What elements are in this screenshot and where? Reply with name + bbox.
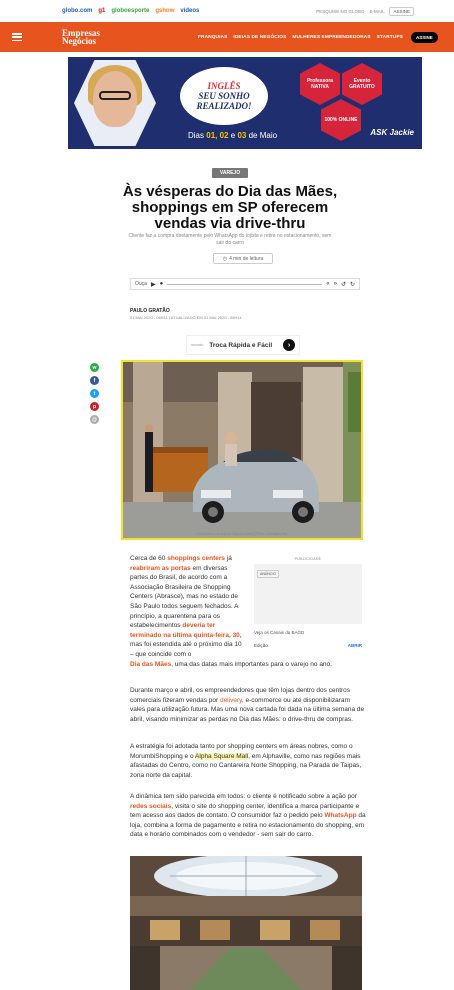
- article-title: Às vésperas do Dia das Mães, shoppings e…: [122, 183, 338, 232]
- read-time-label: 4 min de leitura: [229, 255, 264, 262]
- dia-das-maes-link[interactable]: Dia das Mães: [130, 661, 171, 668]
- banner-speech-cloud: INGLÊS SEU SONHO REALIZADO!: [180, 67, 268, 125]
- mall-interior-image: [130, 856, 362, 990]
- logo-line2: Negócios: [62, 36, 96, 46]
- banner-dates: Dias 01, 02 e 03 de Maio: [188, 131, 277, 140]
- photo-caption: Drive-thru no Alpha Square Mall (Foto: D…: [196, 531, 288, 536]
- sponsor-small-label: anúncio: [191, 343, 204, 347]
- share-bar: w f t p @: [90, 363, 99, 424]
- author-name: PAULO GRATÃO: [130, 308, 170, 314]
- article-photo: [121, 360, 363, 540]
- publish-date: 01 MAI 2020 - 06H11 | ATUALIZADO EM 01 M…: [130, 315, 242, 320]
- category-tag[interactable]: VAREJO: [212, 168, 248, 178]
- banner-hex-online: 100% ONLINE: [321, 99, 361, 141]
- whatsapp-link[interactable]: WhatsApp: [324, 812, 356, 819]
- p1-text-i: , uma das datas mais importantes para o …: [171, 661, 332, 668]
- g1-link[interactable]: g1: [98, 8, 105, 14]
- hamburger-menu-icon[interactable]: [12, 33, 22, 41]
- p4-text-a: A dinâmica tem sido parecida em todos: o…: [130, 793, 357, 800]
- gshow-link[interactable]: gshow: [155, 8, 174, 14]
- audio-player: Ouça ▶ ● « » ↺ ↻: [130, 278, 360, 290]
- ad-image: ANÚNCIO: [254, 564, 362, 624]
- banner-hex-nativa: Professora NATIVA: [300, 63, 340, 105]
- delivery-link[interactable]: delivery: [220, 697, 242, 704]
- body-paragraph-1-tail: Dia das Mães, uma das datas mais importa…: [130, 660, 366, 670]
- shoppings-centers-link[interactable]: shoppings centers: [167, 555, 225, 562]
- main-nav: FRANQUIAS IDEIAS DE NEGÓCIOS MULHERES EM…: [198, 35, 403, 40]
- sponsored-link[interactable]: anúncio Troca Rápida e Fácil ›: [186, 335, 300, 355]
- banner-brand: ASK Jackie: [370, 128, 414, 137]
- ad-footer: Edição ABRIR: [254, 643, 362, 648]
- read-time-badge: ◷ 4 min de leitura: [213, 253, 273, 264]
- redo-icon[interactable]: ↻: [350, 281, 355, 288]
- player-label: Ouça: [135, 281, 147, 287]
- body-paragraph-2: Durante março e abril, os empreendedores…: [130, 686, 366, 724]
- ad-label: PUBLICIDADE: [294, 557, 322, 561]
- site-header: Empresas Negócios FRANQUIAS IDEIAS DE NE…: [0, 22, 454, 52]
- p1-text-c: já: [225, 555, 232, 562]
- dates-suffix: de Maio: [248, 131, 278, 140]
- ad-sub-text: Veja os Canais da BAGD: [254, 630, 305, 635]
- cloud-line1: INGLÊS: [207, 81, 241, 91]
- in-text-ad[interactable]: PUBLICIDADE ANÚNCIO Veja os Canais da BA…: [254, 557, 362, 653]
- play-icon[interactable]: ▶: [151, 281, 156, 288]
- banner-hex-gratuito: Evento GRATUITO: [342, 63, 382, 105]
- globo-top-bar: globo.com g1 globoesporte gshow vídeos P…: [0, 0, 454, 22]
- globo-link[interactable]: globo.com: [62, 8, 92, 14]
- arrow-right-icon[interactable]: ›: [283, 339, 295, 351]
- mall-photo: [130, 856, 362, 990]
- mail-link[interactable]: E-MAIL: [369, 9, 384, 14]
- cloud-line2: SEU SONHO: [198, 91, 250, 101]
- progress-bar[interactable]: [167, 283, 323, 285]
- twitter-icon[interactable]: t: [90, 389, 99, 398]
- redes-sociais-link[interactable]: redes sociais: [130, 803, 171, 810]
- globo-bar-right: PESQUISE NO GLOBO E-MAIL ASSINE: [316, 6, 454, 16]
- banner-person-glasses: [99, 91, 131, 100]
- nav-ideias[interactable]: IDEIAS DE NEGÓCIOS: [233, 35, 286, 40]
- body-paragraph-1: Cerca de 60 shoppings centers já reabrir…: [130, 554, 246, 660]
- pinterest-icon[interactable]: p: [90, 402, 99, 411]
- p1-text-e: em diversas partes do Brasil, de acordo …: [130, 564, 239, 630]
- assine-button[interactable]: ASSINE: [410, 31, 438, 43]
- date-2: 02: [219, 131, 229, 140]
- clock-icon: ◷: [222, 255, 228, 262]
- drive-thru-photo: [123, 362, 361, 538]
- login-button[interactable]: ASSINE: [389, 6, 414, 16]
- ad-banner[interactable]: INGLÊS SEU SONHO REALIZADO! Dias 01, 02 …: [68, 57, 422, 149]
- ad-mini-label: ANÚNCIO: [257, 570, 280, 578]
- body-paragraph-3: A estratégia foi adotada tanto por shopp…: [130, 742, 366, 780]
- email-icon[interactable]: @: [90, 415, 99, 424]
- progress-knob-icon[interactable]: ●: [160, 281, 164, 287]
- nav-startups[interactable]: STARTUPS: [377, 35, 403, 40]
- alpha-square-highlight: Alpha Square Mall: [195, 752, 249, 760]
- date-3: 03: [237, 131, 247, 140]
- videos-link[interactable]: vídeos: [180, 8, 199, 14]
- article-subtitle: Cliente faz a compra diretamente pelo Wh…: [128, 233, 332, 246]
- nav-franquias[interactable]: FRANQUIAS: [198, 35, 227, 40]
- ad-footer-left: Edição: [254, 643, 268, 648]
- dates-prefix: Dias: [188, 131, 205, 140]
- reabriram-link[interactable]: reabriram as portas: [130, 565, 191, 572]
- sponsor-label: Troca Rápida e Fácil: [209, 341, 273, 349]
- date-1: 01,: [206, 131, 218, 140]
- fast-forward-icon[interactable]: »: [334, 281, 337, 287]
- globoesporte-link[interactable]: globoesporte: [111, 8, 149, 14]
- search-link[interactable]: PESQUISE NO GLOBO: [316, 9, 364, 14]
- cloud-line3: REALIZADO!: [196, 101, 252, 111]
- rewind-icon[interactable]: «: [326, 281, 329, 287]
- p1-text-g: mas foi estendida até o próximo dia 10 –…: [130, 641, 242, 658]
- undo-icon[interactable]: ↺: [341, 281, 346, 288]
- ad-open-button[interactable]: ABRIR: [348, 643, 362, 648]
- body-paragraph-4: A dinâmica tem sido parecida em todos: o…: [130, 792, 366, 840]
- whatsapp-icon[interactable]: w: [90, 363, 99, 372]
- p1-text-a: Cerca de 60: [130, 555, 168, 562]
- facebook-icon[interactable]: f: [90, 376, 99, 385]
- dates-mid: e: [230, 131, 236, 140]
- nav-mulheres[interactable]: MULHERES EMPREENDEDORAS: [292, 35, 370, 40]
- site-logo[interactable]: Empresas Negócios: [62, 29, 118, 46]
